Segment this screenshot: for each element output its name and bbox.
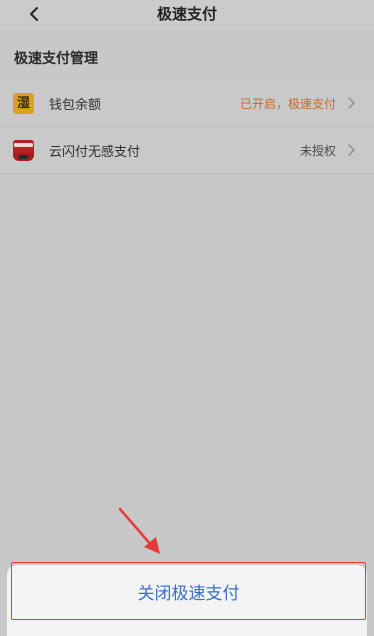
annotation-arrow-icon — [118, 507, 160, 554]
payment-list: 湿 钱包余额 已开启，极速支付 云闪付无感支付 未授权 — [0, 80, 374, 174]
status-text: 已开启，极速支付 — [239, 97, 336, 111]
list-item-label: 云闪付无感支付 — [49, 145, 141, 160]
status-text: 未授权 — [299, 144, 336, 158]
list-item-label: 钱包余额 — [49, 98, 102, 113]
quickpass-icon-foot — [19, 155, 28, 159]
close-fast-pay-button[interactable]: 关闭极速支付 — [11, 562, 366, 620]
wallet-icon-glyph: 湿 — [16, 96, 30, 111]
quickpass-icon — [13, 140, 34, 161]
chevron-right-icon — [348, 144, 355, 156]
chevron-right-icon — [348, 97, 355, 109]
page-title: 极速支付 — [156, 5, 217, 23]
list-item-wallet-balance[interactable]: 湿 钱包余额 已开启，极速支付 — [0, 80, 374, 127]
wallet-icon: 湿 — [13, 93, 34, 114]
close-fast-pay-label: 关闭极速支付 — [137, 583, 240, 604]
section-title: 极速支付管理 — [14, 51, 98, 67]
list-item-quickpass[interactable]: 云闪付无感支付 未授权 — [0, 127, 374, 174]
top-bar: 极速支付 — [0, 0, 374, 30]
quickpass-icon-text — [14, 143, 33, 147]
